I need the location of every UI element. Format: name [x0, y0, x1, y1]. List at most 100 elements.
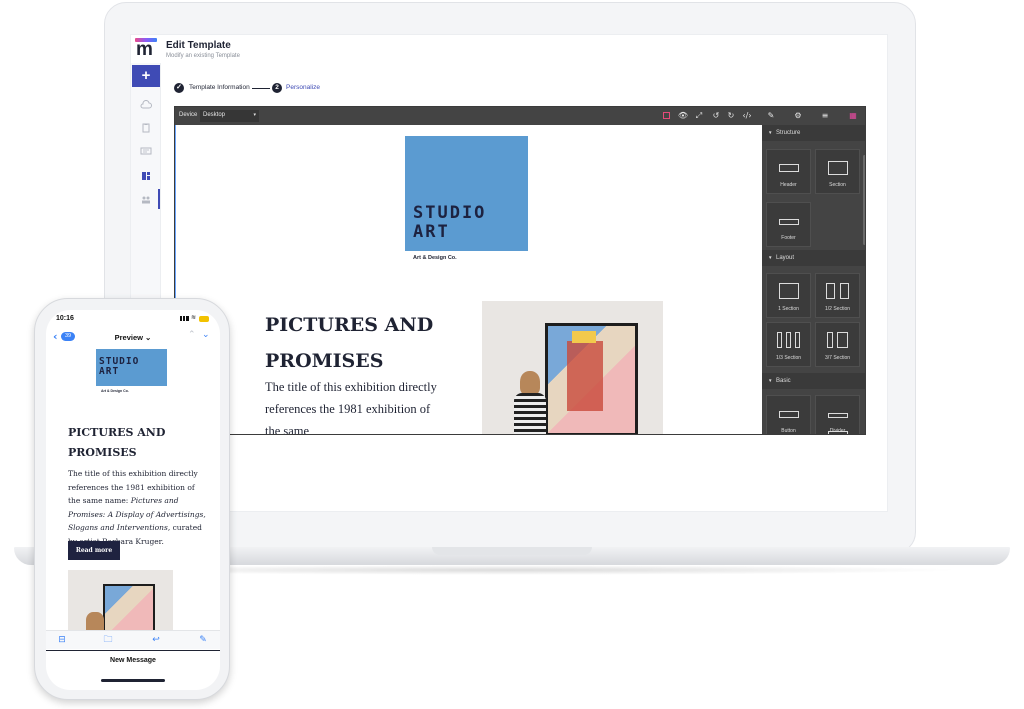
- step-connector: [252, 88, 270, 89]
- code-icon[interactable]: ‹/›: [741, 110, 753, 122]
- block-label: Divider: [829, 428, 846, 434]
- two-column-icon: [816, 283, 859, 303]
- block-1-section[interactable]: 1 Section: [766, 273, 811, 318]
- device-label: Device: [179, 112, 198, 118]
- gear-icon[interactable]: ⚙: [792, 110, 804, 122]
- status-icons: ≋: [180, 314, 210, 322]
- undo-icon[interactable]: ↺: [710, 110, 722, 122]
- redo-icon[interactable]: ↻: [725, 110, 737, 122]
- sidebar-active-indicator: [158, 189, 160, 209]
- add-button[interactable]: +: [132, 65, 160, 87]
- archive-icon[interactable]: ⊟: [56, 634, 68, 646]
- panel-section-title: Basic: [776, 378, 791, 384]
- three-column-icon: [767, 332, 810, 352]
- button-block-icon: [767, 405, 810, 425]
- new-message-title[interactable]: New Message: [46, 657, 220, 664]
- panel-scrollbar[interactable]: [863, 155, 865, 245]
- email-logo: STUDIO ART: [96, 349, 167, 386]
- template-editor: Device Desktop ▾ 👁 ⤢ ↺ ↻ ‹/› ✎ ⚙ ≡ ▦ STU…: [174, 106, 866, 435]
- app-logo[interactable]: m: [135, 38, 157, 60]
- eye-icon[interactable]: 👁: [677, 110, 689, 122]
- block-divider[interactable]: Divider: [815, 395, 860, 434]
- step2-label[interactable]: Personalize: [286, 84, 320, 91]
- visitor-figure: [512, 371, 548, 434]
- painting-crown: [572, 331, 596, 343]
- block-label: Footer: [781, 235, 796, 241]
- caret-down-icon: ▼: [768, 130, 773, 135]
- fullscreen-icon[interactable]: ⤢: [693, 110, 705, 122]
- logo-text: STUDIO ART: [413, 203, 487, 242]
- email-title: PICTURES AND PROMISES: [68, 426, 166, 459]
- panel-section-basic[interactable]: ▼ Basic: [762, 373, 865, 389]
- footer-block-icon: [767, 212, 810, 232]
- home-indicator[interactable]: [101, 679, 165, 682]
- logo-letter: m: [136, 39, 153, 60]
- gallery-photo[interactable]: [482, 301, 663, 434]
- device-select-value: Desktop: [203, 112, 226, 118]
- blocks-grid-icon[interactable]: ▦: [847, 110, 859, 122]
- email-visitor: [86, 612, 104, 632]
- logo-caption: Art & Design Co.: [413, 255, 457, 261]
- compose-icon[interactable]: ✎: [197, 634, 209, 646]
- hero-title[interactable]: PICTURES AND PROMISES: [265, 307, 455, 379]
- menu-icon[interactable]: ≡: [819, 110, 831, 122]
- email-logo-caption: Art & Design Co.: [101, 389, 129, 393]
- stage: m Edit Template Modify an existing Templ…: [0, 0, 1024, 709]
- step1-label[interactable]: Template Information: [189, 84, 250, 91]
- block-label: 3/7 Section: [824, 355, 851, 361]
- block-label: 1/3 Section: [775, 355, 802, 361]
- chevron-down-icon: ▾: [253, 112, 256, 118]
- block-3-7-section[interactable]: 3/7 Section: [815, 322, 860, 367]
- block-section[interactable]: Section: [815, 149, 860, 194]
- block-button[interactable]: Button: [766, 395, 811, 434]
- device-select[interactable]: Desktop ▾: [200, 110, 259, 122]
- divider-block-icon: [816, 405, 859, 434]
- block-label: 1/2 Section: [824, 306, 851, 312]
- phone-frame: 10:16 ≋ ‹ 39 Preview ⌄ ⌃ ⌄ STUDIO ART Ar…: [34, 298, 230, 700]
- editor-toolbar: Device Desktop ▾ 👁 ⤢ ↺ ↻ ‹/› ✎ ⚙ ≡ ▦: [175, 107, 865, 125]
- read-more-button[interactable]: Read more: [68, 541, 120, 560]
- header-block-icon: [767, 159, 810, 179]
- visitor-body: [514, 393, 546, 434]
- block-label: Header: [780, 182, 797, 188]
- chevron-down-icon[interactable]: ⌄: [202, 330, 210, 340]
- step2-number: 2: [272, 83, 282, 93]
- one-column-icon: [767, 283, 810, 303]
- chevron-up-icon[interactable]: ⌃: [188, 330, 196, 340]
- folder-icon[interactable]: 🗀: [102, 634, 114, 646]
- battery-icon: [199, 316, 209, 322]
- studio-art-logo[interactable]: STUDIO ART: [405, 136, 528, 251]
- phone-screen: 10:16 ≋ ‹ 39 Preview ⌄ ⌃ ⌄ STUDIO ART Ar…: [46, 310, 220, 690]
- block-header[interactable]: Header: [766, 149, 811, 194]
- caret-down-icon: ▼: [768, 378, 773, 383]
- sheet-divider: [46, 650, 220, 651]
- outline-toggle-icon[interactable]: [663, 112, 670, 119]
- contacts-icon[interactable]: [140, 143, 152, 155]
- cloud-icon[interactable]: [140, 97, 152, 109]
- email-logo-text: STUDIO ART: [99, 356, 140, 377]
- block-1-3-section[interactable]: 1/3 Section: [766, 322, 811, 367]
- clipboard-icon[interactable]: [140, 120, 152, 133]
- editor-canvas[interactable]: STUDIO ART Art & Design Co. PICTURES AND…: [175, 125, 762, 434]
- users-icon[interactable]: [140, 192, 152, 204]
- brush-icon[interactable]: ✎: [765, 110, 777, 122]
- section-block-icon: [816, 159, 859, 179]
- email-body: The title of this exhibition directly re…: [68, 467, 208, 548]
- caret-down-icon: ▼: [768, 255, 773, 260]
- painting-figure: [567, 341, 603, 411]
- panel-section-title: Layout: [776, 255, 795, 261]
- wifi-icon: ≋: [191, 314, 197, 321]
- panel-section-layout[interactable]: ▼ Layout: [762, 250, 865, 266]
- block-footer[interactable]: Footer: [766, 202, 811, 247]
- page-title: Edit Template: [166, 40, 231, 51]
- blocks-panel: ▼ Structure Header Section Footer ▼ Layo…: [762, 125, 865, 434]
- hero-text[interactable]: The title of this exhibition directly re…: [265, 376, 445, 434]
- templates-icon[interactable]: [140, 168, 152, 180]
- laptop-screen: m Edit Template Modify an existing Templ…: [130, 34, 888, 512]
- panel-section-structure[interactable]: ▼ Structure: [762, 125, 865, 141]
- reply-icon[interactable]: ↩: [150, 634, 162, 646]
- block-1-2-section[interactable]: 1/2 Section: [815, 273, 860, 318]
- block-label: Section: [829, 182, 846, 188]
- laptop-notch: [432, 547, 592, 555]
- step1-check-icon: ✓: [174, 83, 184, 93]
